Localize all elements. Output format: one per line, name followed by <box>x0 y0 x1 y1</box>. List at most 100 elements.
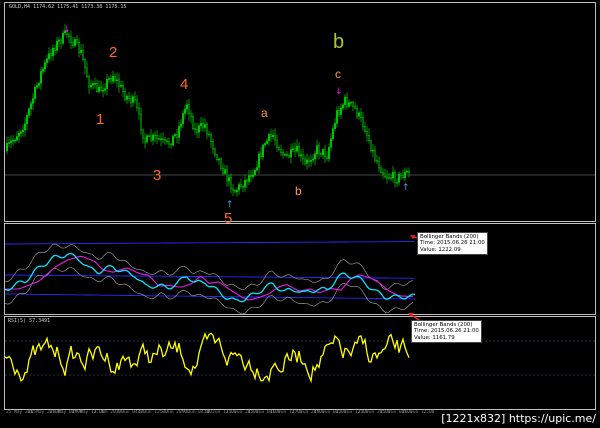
candle-body <box>206 124 208 135</box>
candle-body <box>28 108 30 116</box>
candle-body <box>346 96 348 107</box>
candle-body <box>210 134 212 142</box>
candle-body <box>300 154 302 157</box>
candle-body <box>330 138 332 148</box>
candle-body <box>376 159 378 162</box>
bollinger-panel[interactable] <box>4 223 596 315</box>
candle-body <box>56 40 58 51</box>
candle-body <box>50 53 52 57</box>
candle-body <box>12 139 14 142</box>
candle-body <box>200 123 202 126</box>
candle-body <box>128 95 130 99</box>
candle-body <box>142 129 144 139</box>
candle-body <box>340 107 342 115</box>
candle-body <box>170 143 172 146</box>
candle-body <box>184 108 186 114</box>
wave-label-c: c <box>335 67 341 81</box>
candle-body <box>10 140 12 143</box>
rsi-line <box>5 332 410 384</box>
candle-body <box>46 58 48 63</box>
candle-body <box>224 169 226 174</box>
candle-body <box>90 85 92 88</box>
candle-body <box>52 47 54 57</box>
down-arrow-icon: ↓ <box>335 87 343 97</box>
wave-label-a: a <box>261 106 268 120</box>
candle-body <box>298 145 300 157</box>
rsi-chart <box>5 332 595 384</box>
candle-body <box>42 68 44 72</box>
candle-body <box>94 83 96 85</box>
candle-body <box>144 137 146 143</box>
candle-body <box>294 148 296 152</box>
candle-body <box>232 188 234 191</box>
candle-body <box>20 131 22 134</box>
candle-body <box>402 175 404 179</box>
candle-body <box>252 174 254 178</box>
rsi-panel[interactable]: RSI(5) 57.3491 <box>4 316 596 410</box>
candle-body <box>352 102 354 107</box>
candle-body <box>308 159 310 162</box>
candle-body <box>208 133 210 136</box>
time-axis-label: 26 Jun 12:00 <box>402 410 435 415</box>
candle-body <box>388 177 390 179</box>
candle-body <box>282 152 284 155</box>
candle-body <box>162 138 164 141</box>
candle-body <box>22 129 24 132</box>
candle-body <box>190 113 192 117</box>
candle-body <box>188 104 190 115</box>
candle-body <box>102 90 104 92</box>
candle-body <box>198 125 200 133</box>
candle-body <box>242 186 244 188</box>
candle-body <box>194 128 196 131</box>
candle-body <box>332 128 334 139</box>
candle-body <box>86 67 88 78</box>
candle-body <box>356 107 358 117</box>
tooltip-lower-value: Value: 1161.79 <box>414 334 455 341</box>
bb-lower-band <box>5 293 415 300</box>
candle-body <box>82 50 84 60</box>
candle-body <box>384 173 386 178</box>
candle-body <box>120 85 122 87</box>
candle-body <box>324 149 326 158</box>
candle-body <box>310 159 312 162</box>
candle-body <box>216 154 218 160</box>
candle-body <box>92 83 94 86</box>
candle-body <box>334 123 336 129</box>
candle-body <box>390 177 392 180</box>
candle-body <box>408 170 410 173</box>
candle-body <box>176 134 178 138</box>
candle-body <box>116 79 118 82</box>
candle-body <box>380 167 382 173</box>
candle-body <box>138 107 140 115</box>
candle-body <box>274 134 276 141</box>
candle-body <box>150 135 152 141</box>
candle-body <box>220 158 222 169</box>
candle-body <box>24 123 26 131</box>
candle-body <box>286 153 288 156</box>
up-arrow-icon: ↑ <box>226 200 234 210</box>
candle-body <box>284 153 286 156</box>
candle-body <box>118 79 120 87</box>
candle-body <box>238 184 240 191</box>
candle-body <box>164 138 166 141</box>
candle-body <box>182 113 184 125</box>
candle-body <box>60 39 62 44</box>
candle-body <box>338 110 340 115</box>
candle-body <box>212 141 214 150</box>
rsi-title: RSI(5) 57.3491 <box>8 318 51 324</box>
candle-body <box>280 149 282 153</box>
candle-body <box>344 96 346 105</box>
candle-body <box>14 139 16 142</box>
candle-body <box>158 138 160 140</box>
candle-body <box>58 39 60 42</box>
candle-body <box>88 76 90 88</box>
candle-body <box>296 145 298 152</box>
candle-body <box>152 134 154 141</box>
candle-body <box>234 190 236 193</box>
candle-body <box>366 131 368 136</box>
candle-body <box>326 156 328 159</box>
candle-body <box>202 123 204 128</box>
candle-body <box>248 175 250 182</box>
candle-body <box>70 36 72 43</box>
candle-body <box>350 102 352 104</box>
